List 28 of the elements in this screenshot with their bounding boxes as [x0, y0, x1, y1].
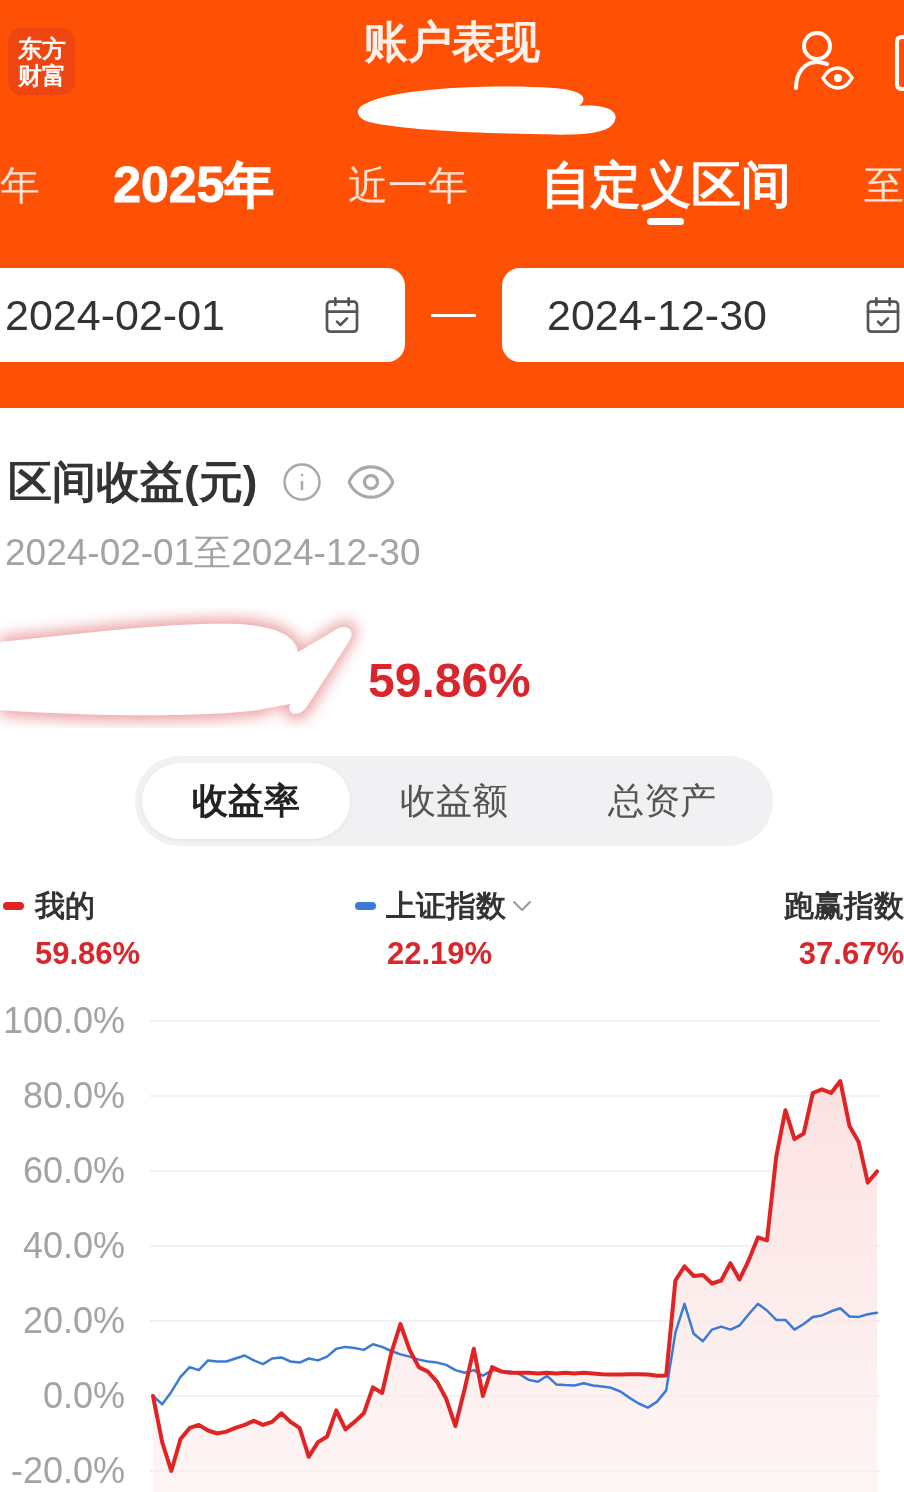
y-axis-label: 60.0%	[21, 1153, 125, 1189]
legend-name: 跑赢指数	[784, 891, 904, 921]
return-rate: 59.86%	[368, 657, 531, 705]
metric-tab[interactable]: 收益额	[350, 763, 558, 839]
legend-name: 我的	[35, 891, 95, 921]
y-axis-label: 20.0%	[21, 1303, 125, 1339]
info-icon[interactable]	[281, 461, 324, 503]
metric-tab[interactable]: 总资产	[558, 763, 766, 839]
app-logo: 东方财富	[8, 28, 75, 95]
period-text: 2024-02-01至2024-12-30	[5, 534, 421, 571]
legend-name: 上证指数	[386, 891, 506, 921]
y-axis-label: 0.0%	[41, 1378, 125, 1414]
legend-value: 37.67%	[798, 938, 904, 969]
metric-tab[interactable]: 收益率	[142, 763, 350, 839]
section-title: 区间收益(元)	[8, 460, 258, 504]
tab-indicator	[647, 218, 685, 225]
date-separator	[431, 313, 476, 317]
y-axis-label: 40.0%	[21, 1228, 125, 1264]
legend-value: 22.19%	[387, 938, 493, 969]
y-axis-label: 80.0%	[21, 1078, 125, 1114]
legend-value: 59.86%	[35, 938, 141, 969]
y-axis-label: -20.0%	[9, 1453, 125, 1489]
user-eye-icon[interactable]	[793, 30, 855, 92]
page-title: 账户表现	[364, 20, 540, 64]
y-axis-label: 100.0%	[1, 1003, 125, 1039]
start-date-field[interactable]: 2024-02-01	[0, 268, 405, 362]
cut-off-icon[interactable]	[895, 35, 904, 91]
end-date-field[interactable]: 2024-12-30	[502, 268, 904, 362]
